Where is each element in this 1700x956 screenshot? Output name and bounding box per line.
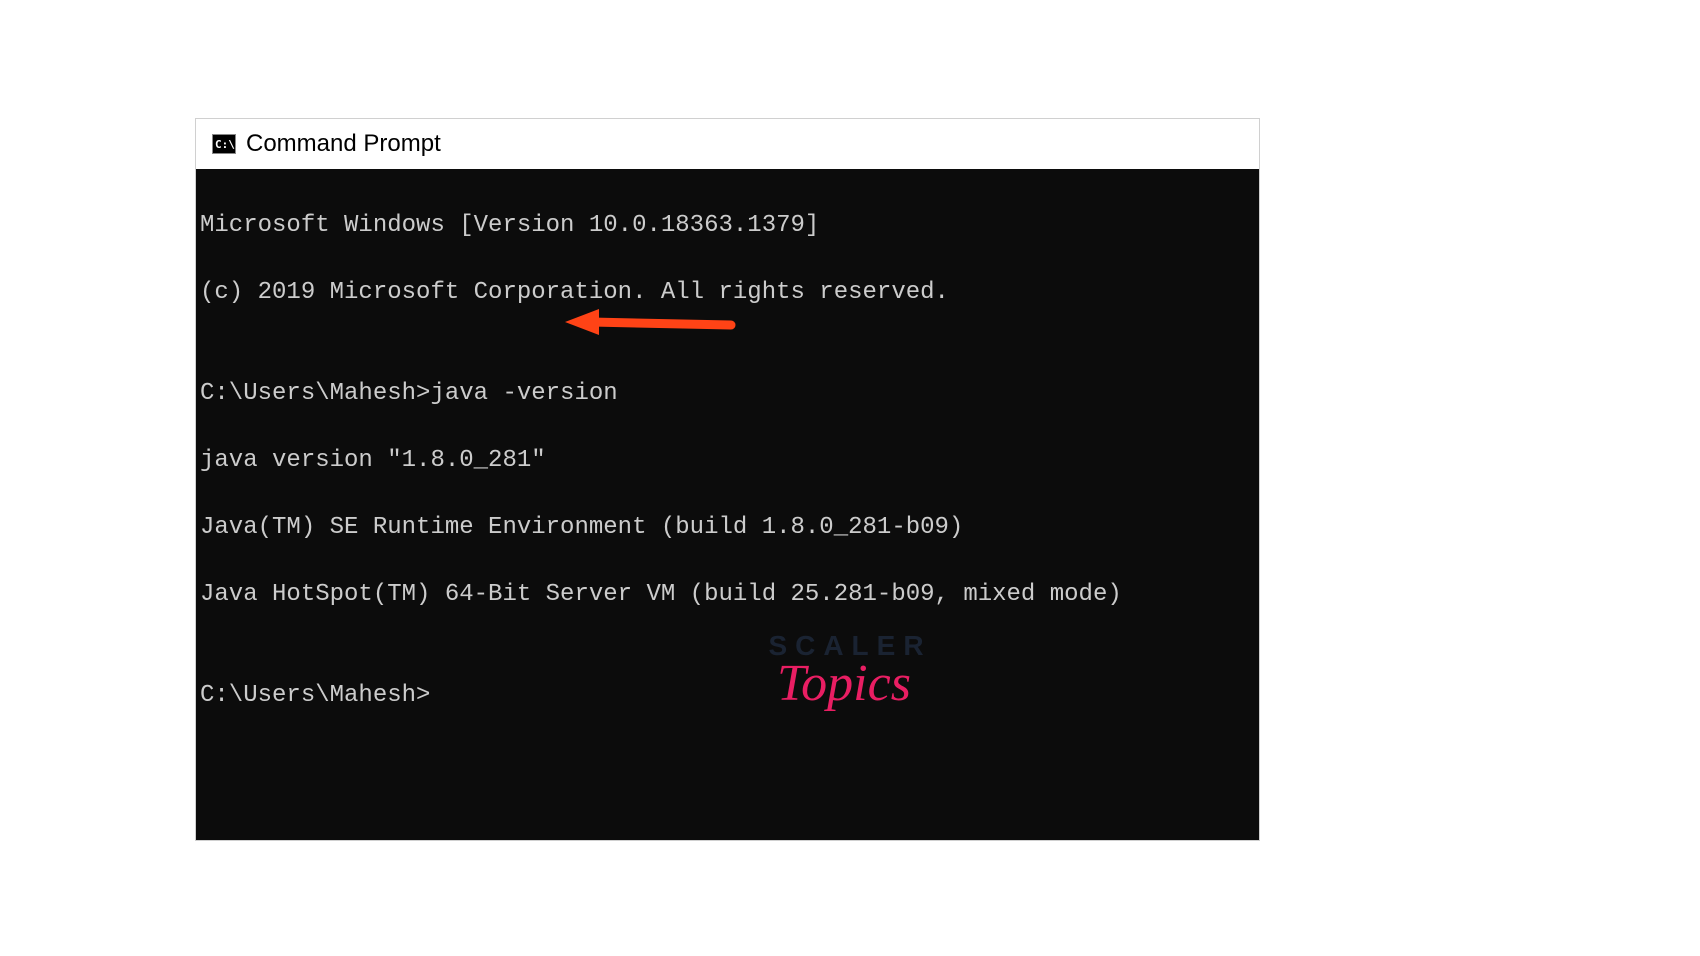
- command-prompt-window: C:\ Command Prompt Microsoft Windows [Ve…: [195, 118, 1260, 841]
- cmd-icon: C:\: [212, 134, 236, 154]
- terminal-line-header2: (c) 2019 Microsoft Corporation. All righ…: [200, 276, 1255, 310]
- terminal-output[interactable]: Microsoft Windows [Version 10.0.18363.13…: [196, 169, 1259, 840]
- cmd-icon-label: C:\: [215, 138, 235, 151]
- terminal-output-runtime: Java(TM) SE Runtime Environment (build 1…: [200, 511, 1255, 545]
- terminal-prompt-command: C:\Users\Mahesh>java -version: [200, 377, 1255, 411]
- terminal-output-version: java version "1.8.0_281": [200, 444, 1255, 478]
- scaler-topics-logo: SCALER Topics: [768, 630, 931, 713]
- terminal-line-header1: Microsoft Windows [Version 10.0.18363.13…: [200, 209, 1255, 243]
- window-title-bar[interactable]: C:\ Command Prompt: [196, 119, 1259, 169]
- terminal-output-hotspot: Java HotSpot(TM) 64-Bit Server VM (build…: [200, 578, 1255, 612]
- window-title: Command Prompt: [246, 130, 441, 158]
- terminal-prompt-idle: C:\Users\Mahesh>: [200, 679, 1255, 713]
- brand-text-topics: Topics: [762, 654, 925, 713]
